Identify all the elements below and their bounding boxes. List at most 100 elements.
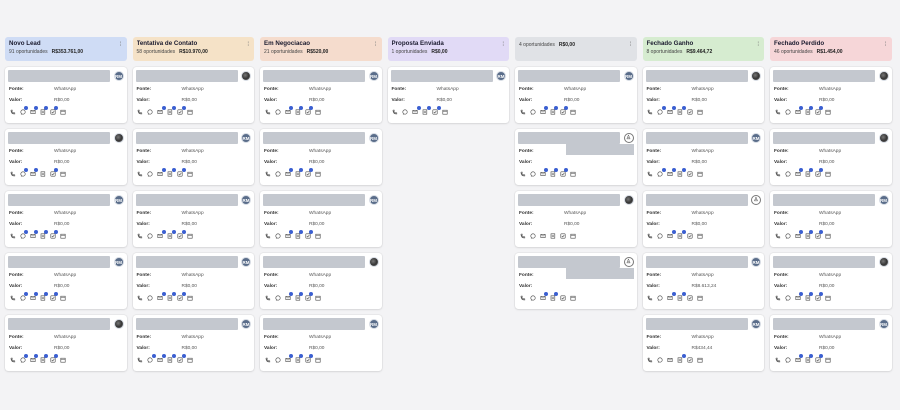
lead-name-redacted[interactable] bbox=[8, 318, 110, 330]
whatsapp-icon[interactable] bbox=[784, 170, 791, 177]
phone-icon[interactable] bbox=[647, 108, 654, 115]
lead-card[interactable]: RM Fonte: WhatsApp Valor: R$0,00 bbox=[770, 315, 892, 371]
lead-name-redacted[interactable] bbox=[773, 256, 875, 268]
calendar-icon[interactable] bbox=[569, 232, 576, 239]
whatsapp-icon[interactable] bbox=[147, 354, 156, 363]
note-icon[interactable] bbox=[39, 354, 48, 363]
phone-icon[interactable] bbox=[264, 356, 271, 363]
lead-name-redacted[interactable] bbox=[645, 194, 748, 206]
avatar[interactable]: RM bbox=[241, 133, 251, 143]
note-icon[interactable] bbox=[39, 106, 48, 115]
lead-card[interactable]: ♙ Fonte: WhatsApp Valor: R$0,00 bbox=[642, 191, 764, 247]
email-icon[interactable] bbox=[539, 168, 548, 177]
phone-icon[interactable] bbox=[647, 232, 654, 239]
email-icon[interactable] bbox=[157, 354, 166, 363]
email-icon[interactable] bbox=[29, 106, 38, 115]
whatsapp-icon[interactable] bbox=[274, 294, 281, 301]
lead-name-redacted[interactable] bbox=[8, 256, 110, 268]
note-icon[interactable] bbox=[39, 170, 46, 177]
note-icon[interactable] bbox=[422, 106, 431, 115]
email-icon[interactable] bbox=[667, 356, 674, 363]
lead-card[interactable]: RM Fonte: WhatsApp Valor: R$0,00 bbox=[132, 191, 254, 247]
whatsapp-icon[interactable] bbox=[147, 232, 154, 239]
whatsapp-icon[interactable] bbox=[19, 292, 28, 301]
calendar-icon[interactable] bbox=[187, 294, 194, 301]
column-header[interactable]: Fechado Ganho 8 oportunidades R$9.464,72 ⁞ bbox=[642, 37, 764, 61]
lead-name-redacted[interactable] bbox=[773, 318, 875, 330]
email-icon[interactable] bbox=[412, 106, 421, 115]
phone-icon[interactable] bbox=[392, 108, 399, 115]
avatar[interactable] bbox=[878, 133, 889, 143]
lead-card[interactable]: Fonte: WhatsApp Valor: R$0,00 bbox=[515, 191, 637, 247]
calendar-icon[interactable] bbox=[824, 356, 831, 363]
lead-card[interactable]: RM Fonte: WhatsApp Valor: R$0,00 bbox=[260, 67, 382, 123]
avatar[interactable]: RM bbox=[878, 319, 889, 329]
lead-name-redacted[interactable] bbox=[8, 70, 110, 82]
calendar-icon[interactable] bbox=[187, 170, 194, 177]
whatsapp-icon[interactable] bbox=[402, 108, 409, 115]
email-icon[interactable] bbox=[794, 106, 803, 115]
lead-name-redacted[interactable] bbox=[645, 318, 748, 330]
task-icon[interactable] bbox=[177, 230, 186, 239]
lead-name-redacted[interactable] bbox=[773, 70, 875, 82]
whatsapp-icon[interactable] bbox=[19, 106, 28, 115]
calendar-icon[interactable] bbox=[187, 108, 194, 115]
lead-name-redacted[interactable] bbox=[263, 194, 365, 206]
task-icon[interactable] bbox=[49, 168, 58, 177]
calendar-icon[interactable] bbox=[697, 294, 704, 301]
avatar[interactable] bbox=[113, 319, 124, 329]
email-icon[interactable] bbox=[539, 292, 548, 301]
lead-name-redacted[interactable] bbox=[263, 318, 365, 330]
task-icon[interactable] bbox=[304, 292, 313, 301]
lead-name-redacted[interactable] bbox=[263, 132, 365, 144]
task-icon[interactable] bbox=[687, 232, 694, 239]
task-icon[interactable] bbox=[559, 106, 568, 115]
email-icon[interactable] bbox=[284, 292, 293, 301]
calendar-icon[interactable] bbox=[824, 232, 831, 239]
lead-name-redacted[interactable] bbox=[135, 132, 238, 144]
calendar-icon[interactable] bbox=[697, 232, 704, 239]
phone-icon[interactable] bbox=[137, 108, 144, 115]
task-icon[interactable] bbox=[177, 292, 186, 301]
note-icon[interactable] bbox=[294, 168, 303, 177]
whatsapp-icon[interactable] bbox=[19, 354, 28, 363]
lead-name-redacted[interactable] bbox=[135, 70, 238, 82]
whatsapp-icon[interactable] bbox=[529, 294, 536, 301]
email-icon[interactable] bbox=[157, 292, 166, 301]
whatsapp-icon[interactable] bbox=[19, 230, 28, 239]
lead-card[interactable]: Fonte: WhatsApp Valor: R$0,00 bbox=[770, 253, 892, 309]
column-header[interactable]: Proposta Enviada 1 oportunidades R$0,00 ⁞ bbox=[387, 37, 509, 61]
task-icon[interactable] bbox=[814, 292, 823, 301]
whatsapp-icon[interactable] bbox=[147, 108, 154, 115]
lead-name-redacted[interactable] bbox=[263, 70, 365, 82]
note-icon[interactable] bbox=[804, 292, 813, 301]
calendar-icon[interactable] bbox=[59, 356, 66, 363]
lead-name-redacted[interactable] bbox=[135, 318, 238, 330]
calendar-icon[interactable] bbox=[314, 356, 321, 363]
avatar[interactable]: RM bbox=[113, 257, 124, 267]
lead-card[interactable]: RM Fonte: WhatsApp Valor: R$0,00 bbox=[260, 129, 382, 185]
lead-name-redacted[interactable] bbox=[518, 70, 620, 82]
task-icon[interactable] bbox=[559, 294, 566, 301]
user-icon[interactable]: ♙ bbox=[623, 133, 634, 143]
user-icon[interactable]: ♙ bbox=[751, 195, 761, 205]
calendar-icon[interactable] bbox=[824, 294, 831, 301]
lead-card[interactable]: RM Fonte: WhatsApp Valor: R$0,00 bbox=[515, 67, 637, 123]
user-icon[interactable]: ♙ bbox=[623, 257, 634, 267]
lead-card[interactable]: RM Fonte: WhatsApp Valor: R$0,00 bbox=[132, 253, 254, 309]
whatsapp-icon[interactable] bbox=[529, 170, 536, 177]
email-icon[interactable] bbox=[539, 232, 546, 239]
avatar[interactable] bbox=[878, 71, 889, 81]
email-icon[interactable] bbox=[667, 292, 676, 301]
lead-card[interactable]: ♙ Fonte: Valor: bbox=[515, 253, 637, 309]
phone-icon[interactable] bbox=[9, 170, 16, 177]
phone-icon[interactable] bbox=[264, 108, 271, 115]
phone-icon[interactable] bbox=[519, 294, 526, 301]
whatsapp-icon[interactable] bbox=[657, 356, 664, 363]
note-icon[interactable] bbox=[167, 230, 176, 239]
email-icon[interactable] bbox=[157, 168, 166, 177]
column-header[interactable]: Fechado Perdido 46 oportunidades R$1.454,0… bbox=[770, 37, 892, 61]
whatsapp-icon[interactable] bbox=[274, 232, 281, 239]
calendar-icon[interactable] bbox=[59, 232, 66, 239]
email-icon[interactable] bbox=[284, 230, 293, 239]
